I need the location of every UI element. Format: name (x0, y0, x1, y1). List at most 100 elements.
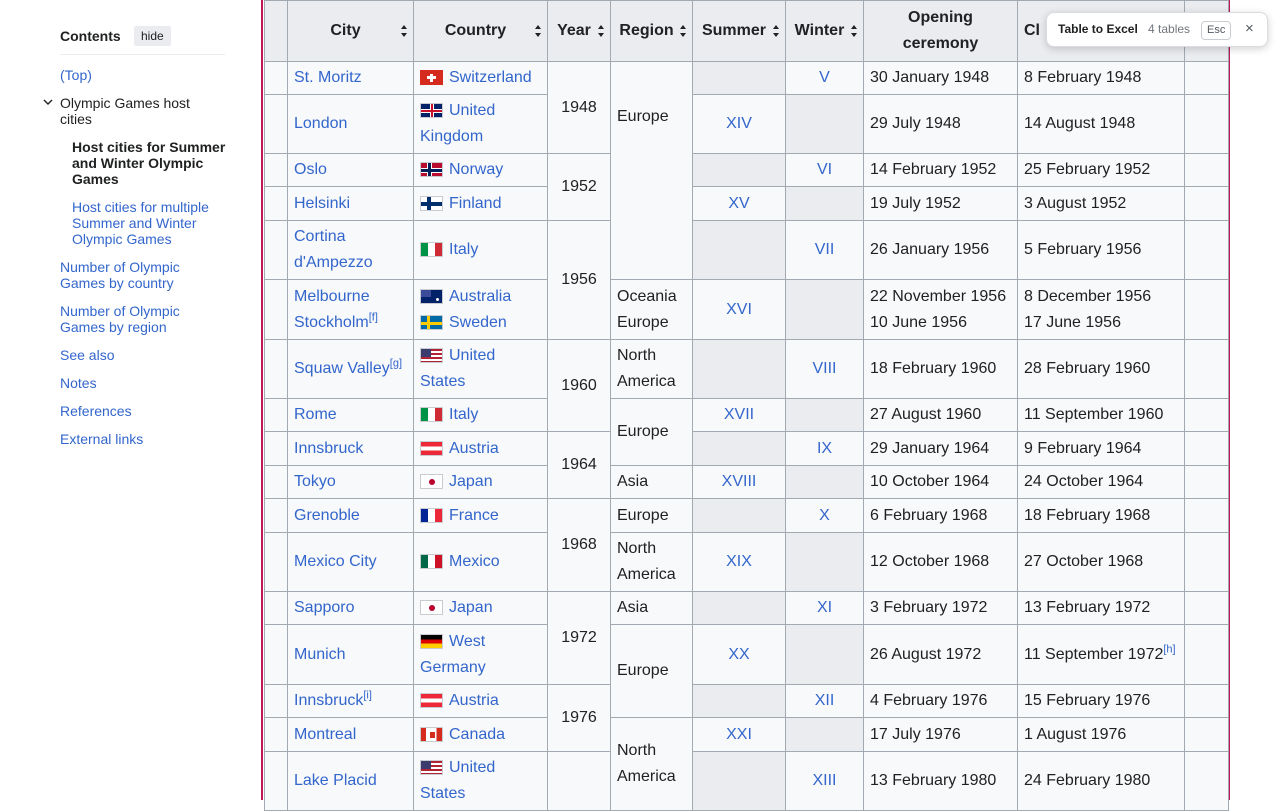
table-row: Cortina d'Ampezzo Italy 1956 VII 26 Janu… (264, 220, 1229, 340)
winter-games-link[interactable]: XI (785, 591, 864, 625)
summer-games-link[interactable]: XVI (692, 279, 786, 340)
city-link[interactable]: St. Moritz (287, 61, 414, 95)
summer-cell (692, 339, 786, 399)
country-cell[interactable]: West Germany (413, 624, 548, 685)
country-cell[interactable]: Austria (413, 431, 548, 466)
city-link[interactable]: London (287, 94, 414, 154)
winter-games-link[interactable]: XII (785, 684, 864, 718)
column-header-region[interactable]: Region (610, 0, 693, 62)
city-link[interactable]: Sapporo (287, 591, 414, 625)
winter-games-link[interactable]: VII (785, 220, 864, 280)
column-header-summer[interactable]: Summer (692, 0, 786, 62)
toc-item-top[interactable]: (Top) (60, 67, 220, 83)
city-link[interactable]: Rome (287, 398, 414, 432)
country-cell[interactable]: Japan (413, 591, 548, 625)
closing-date: 3 August 1952 (1017, 186, 1185, 221)
winter-games-link[interactable]: XIII (785, 751, 864, 811)
summer-games-link[interactable]: XIX (692, 532, 786, 592)
footnote-link[interactable]: [i] (363, 690, 372, 702)
opening-date: 22 November 1956 10 June 1956 (863, 279, 1018, 340)
row-number-cell (264, 498, 288, 533)
city-link[interactable]: Squaw Valley[g] (287, 339, 414, 399)
country-cell[interactable]: Mexico (413, 532, 548, 592)
winter-games-link[interactable]: IX (785, 431, 864, 466)
sort-icon[interactable] (535, 25, 541, 37)
toc-item-multiple[interactable]: Host cities for multiple Summer and Wint… (72, 199, 222, 247)
toc-item-summer-winter[interactable]: Host cities for Summer and Winter Olympi… (72, 139, 232, 187)
city-link[interactable]: Mexico City (287, 532, 414, 592)
country-cell[interactable]: United States (413, 339, 548, 399)
country-cell[interactable]: Australia Sweden (413, 279, 548, 340)
sort-icon[interactable] (680, 25, 686, 37)
toc-item-see-also[interactable]: See also (60, 347, 210, 363)
sort-icon[interactable] (773, 25, 779, 37)
city-link[interactable]: Cortina d'Ampezzo (287, 220, 414, 280)
column-header-year[interactable]: Year (547, 0, 611, 62)
country-cell[interactable]: Austria (413, 684, 548, 718)
footnote-link[interactable]: [g] (390, 358, 402, 370)
country-cell[interactable]: Switzerland (413, 61, 548, 95)
toc-item-host-cities[interactable]: Olympic Games host cities (60, 95, 220, 127)
summer-games-link[interactable]: XX (692, 624, 786, 685)
close-icon[interactable]: × (1245, 20, 1254, 37)
table-row: St. Moritz Switzerland 1948 Europe V 30 … (264, 61, 1229, 280)
country-cell[interactable]: Canada (413, 717, 548, 752)
winter-games-link[interactable]: VIII (785, 339, 864, 399)
city-link[interactable]: Melbourne Stockholm[f] (287, 279, 414, 340)
chevron-down-icon[interactable] (43, 97, 53, 107)
winter-games-link[interactable]: X (785, 498, 864, 533)
city-link[interactable]: Montreal (287, 717, 414, 752)
country-cell[interactable]: United States (413, 751, 548, 811)
city-link[interactable]: Grenoble (287, 498, 414, 533)
column-header-city[interactable]: City (287, 0, 414, 62)
sort-icon[interactable] (598, 25, 604, 37)
sort-icon[interactable] (851, 25, 857, 37)
summer-cell (692, 498, 786, 533)
country-cell[interactable]: Italy (413, 398, 548, 432)
city-link[interactable]: Tokyo (287, 465, 414, 499)
city-stockholm-link[interactable]: Stockholm (294, 314, 369, 331)
sort-icon[interactable] (401, 25, 407, 37)
summer-games-link[interactable]: XVIII (692, 465, 786, 499)
toc-item-external-links[interactable]: External links (60, 431, 210, 447)
australia-flag-icon (420, 288, 443, 304)
country-cell[interactable]: Finland (413, 186, 548, 221)
toc-item-by-country[interactable]: Number of Olympic Games by country (60, 259, 210, 291)
column-header-country[interactable]: Country (413, 0, 548, 62)
extra-cell (1184, 591, 1229, 625)
summer-cell (692, 153, 786, 187)
footnote-link[interactable]: [h] (1163, 643, 1175, 655)
city-link[interactable]: Innsbruck (287, 431, 414, 466)
summer-games-link[interactable]: XV (692, 186, 786, 221)
country-cell[interactable]: Norway (413, 153, 548, 187)
country-cell[interactable]: Japan (413, 465, 548, 499)
country-cell[interactable]: France (413, 498, 548, 533)
column-header-opening[interactable]: Opening ceremony (863, 0, 1018, 62)
column-header-winter[interactable]: Winter (785, 0, 864, 62)
toc-hide-button[interactable]: hide (134, 26, 171, 46)
closing-date: 24 February 1980 (1017, 751, 1185, 811)
city-link[interactable]: Innsbruck[i] (287, 684, 414, 718)
popup-title[interactable]: Table to Excel (1058, 22, 1138, 36)
toc-item-by-region[interactable]: Number of Olympic Games by region (60, 303, 210, 335)
city-melbourne-link[interactable]: Melbourne (294, 284, 407, 310)
row-number-cell (264, 431, 288, 466)
year-cell: 1952 (547, 153, 611, 221)
switzerland-flag-icon (420, 70, 443, 86)
toc-item-notes[interactable]: Notes (60, 375, 210, 391)
table-row: Mexico City Mexico North America XIX 12 … (264, 532, 1229, 592)
country-cell[interactable]: United Kingdom (413, 94, 548, 154)
summer-games-link[interactable]: XIV (692, 94, 786, 154)
city-link[interactable]: Helsinki (287, 186, 414, 221)
summer-games-link[interactable]: XXI (692, 717, 786, 752)
winter-games-link[interactable]: V (785, 61, 864, 95)
city-link[interactable]: Oslo (287, 153, 414, 187)
winter-games-link[interactable]: VI (785, 153, 864, 187)
closing-date: 14 August 1948 (1017, 94, 1185, 154)
toc-item-references[interactable]: References (60, 403, 210, 419)
city-link[interactable]: Lake Placid (287, 751, 414, 811)
footnote-link[interactable]: [f] (369, 311, 378, 323)
city-link[interactable]: Munich (287, 624, 414, 685)
country-cell[interactable]: Italy (413, 220, 548, 280)
summer-games-link[interactable]: XVII (692, 398, 786, 432)
